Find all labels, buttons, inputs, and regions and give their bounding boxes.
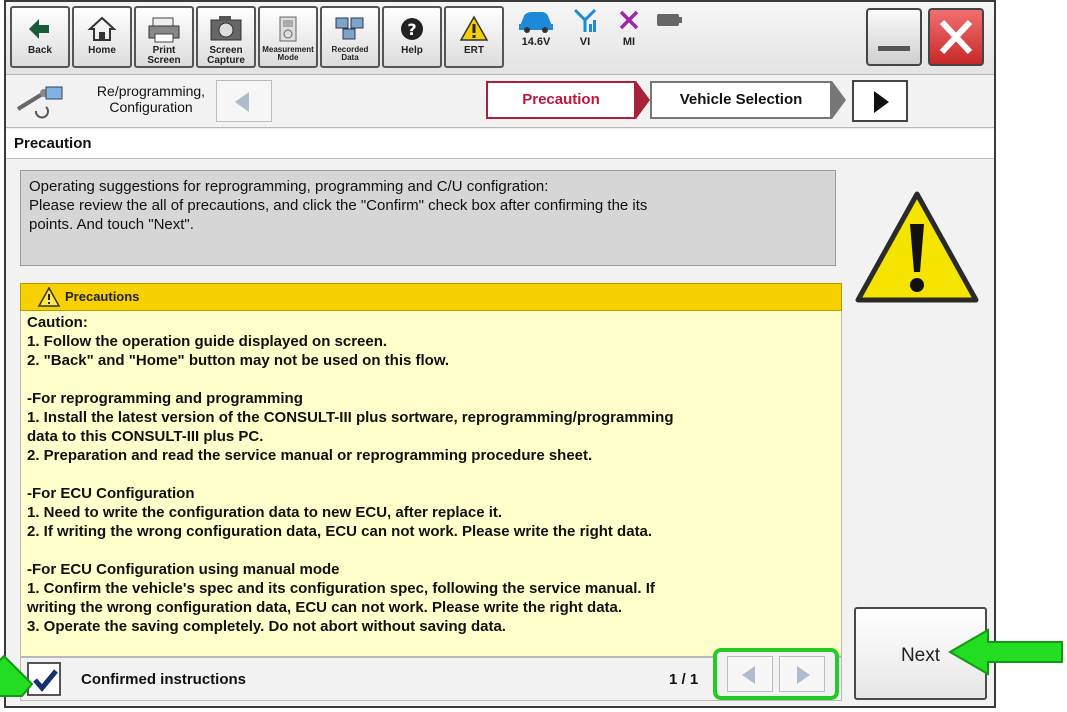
precaution-line: 1. Need to write the configuration data … [27, 504, 503, 521]
precautions-text: Caution: 1. Follow the operation guide d… [20, 311, 842, 657]
battery-status [652, 6, 686, 36]
ert-button[interactable]: ERT [444, 6, 504, 68]
vehicle-battery-status: 14.6V [512, 6, 560, 48]
large-warning-icon [852, 188, 982, 313]
nav-prev-button[interactable] [216, 80, 272, 122]
intro-line: points. And touch "Next". [29, 216, 194, 233]
screen-capture-button[interactable]: Screen Capture [196, 6, 256, 68]
precaution-line: 1. Follow the operation guide displayed … [27, 333, 388, 350]
car-icon [512, 6, 560, 36]
recorded-data-icon [322, 14, 378, 46]
precaution-line: -For ECU Configuration using manual mode [27, 561, 340, 578]
precaution-line: 2. Preparation and read the service manu… [27, 447, 593, 464]
intro-line: Operating suggestions for reprogramming,… [29, 178, 549, 195]
warning-icon [37, 286, 61, 313]
recorded-data-button[interactable]: Recorded Data [320, 6, 380, 68]
page-next-button[interactable] [779, 656, 825, 692]
warning-icon [446, 14, 502, 46]
help-icon: ? [384, 14, 440, 46]
precaution-line: 1. Install the latest version of the CON… [27, 409, 674, 426]
precaution-line [27, 370, 835, 389]
page-nav-group [713, 648, 839, 700]
reprogramming-icon [14, 85, 74, 124]
home-button[interactable]: Home [72, 6, 132, 68]
page-prev-button[interactable] [727, 656, 773, 692]
toolbar: Back Home Print Screen Screen Capture Me… [6, 2, 994, 75]
precaution-line: data to this CONSULT-III plus PC. [27, 428, 264, 445]
disconnected-x-icon [612, 6, 646, 36]
camera-icon [198, 14, 254, 46]
minimize-button[interactable] [866, 8, 922, 66]
help-button[interactable]: ? Help [382, 6, 442, 68]
close-icon [934, 14, 978, 65]
triangle-right-icon [797, 666, 810, 684]
step-arrow-1 [636, 81, 650, 119]
precautions-title: Precautions [65, 289, 140, 304]
minimize-icon [878, 46, 910, 51]
battery-icon [652, 6, 686, 36]
triangle-left-icon [742, 666, 755, 684]
meter-icon [260, 14, 316, 46]
green-arrow-right-icon [948, 628, 1064, 681]
triangle-left-icon [235, 92, 249, 112]
step-vehicle-selection: Vehicle Selection [650, 81, 832, 119]
home-icon [74, 14, 130, 46]
section-title: Re/programming, Configuration [96, 83, 206, 115]
measurement-mode-button[interactable]: Measurement Mode [258, 6, 318, 68]
print-screen-button[interactable]: Print Screen [134, 6, 194, 68]
precaution-line: writing the wrong configuration data, EC… [27, 599, 623, 616]
precaution-line: 2. "Back" and "Home" button may not be u… [27, 352, 450, 369]
precaution-line: 3. Operate the saving completely. Do not… [27, 618, 506, 635]
mi-status: MI [612, 6, 646, 48]
svg-text:?: ? [407, 20, 416, 39]
nav-next-step-button[interactable] [852, 80, 908, 122]
intro-line: Please review the all of precautions, an… [29, 197, 648, 214]
vi-status: VI [568, 6, 602, 48]
close-button[interactable] [928, 8, 984, 66]
triangle-right-icon [874, 91, 889, 113]
precaution-line: 2. If writing the wrong configuration da… [27, 523, 653, 540]
confirm-label: Confirmed instructions [81, 671, 247, 688]
step-arrow-2 [832, 81, 846, 119]
confirm-bar: Confirmed instructions 1 / 1 [20, 648, 842, 701]
precaution-line: -For reprogramming and programming [27, 390, 303, 407]
precaution-line [27, 465, 835, 484]
signal-icon [568, 6, 602, 36]
back-button[interactable]: Back [10, 6, 70, 68]
intro-box: Operating suggestions for reprogramming,… [20, 170, 836, 266]
back-arrow-icon [12, 14, 68, 46]
precaution-line: 1. Confirm the vehicle's spec and its co… [27, 580, 655, 597]
printer-icon [136, 14, 192, 46]
precautions-header: Precautions [20, 283, 842, 311]
page-indicator: 1 / 1 [669, 671, 699, 688]
precaution-line [27, 541, 835, 560]
precaution-line: Caution: [27, 314, 88, 331]
green-arrow-left-icon [0, 652, 34, 703]
page-title: Precaution [6, 129, 994, 159]
navigation-row: Re/programming, Configuration Precaution… [6, 75, 994, 128]
step-precaution: Precaution [486, 81, 636, 119]
consult-window: Back Home Print Screen Screen Capture Me… [4, 0, 996, 708]
checkmark-icon [31, 666, 59, 699]
precaution-line: -For ECU Configuration [27, 485, 195, 502]
